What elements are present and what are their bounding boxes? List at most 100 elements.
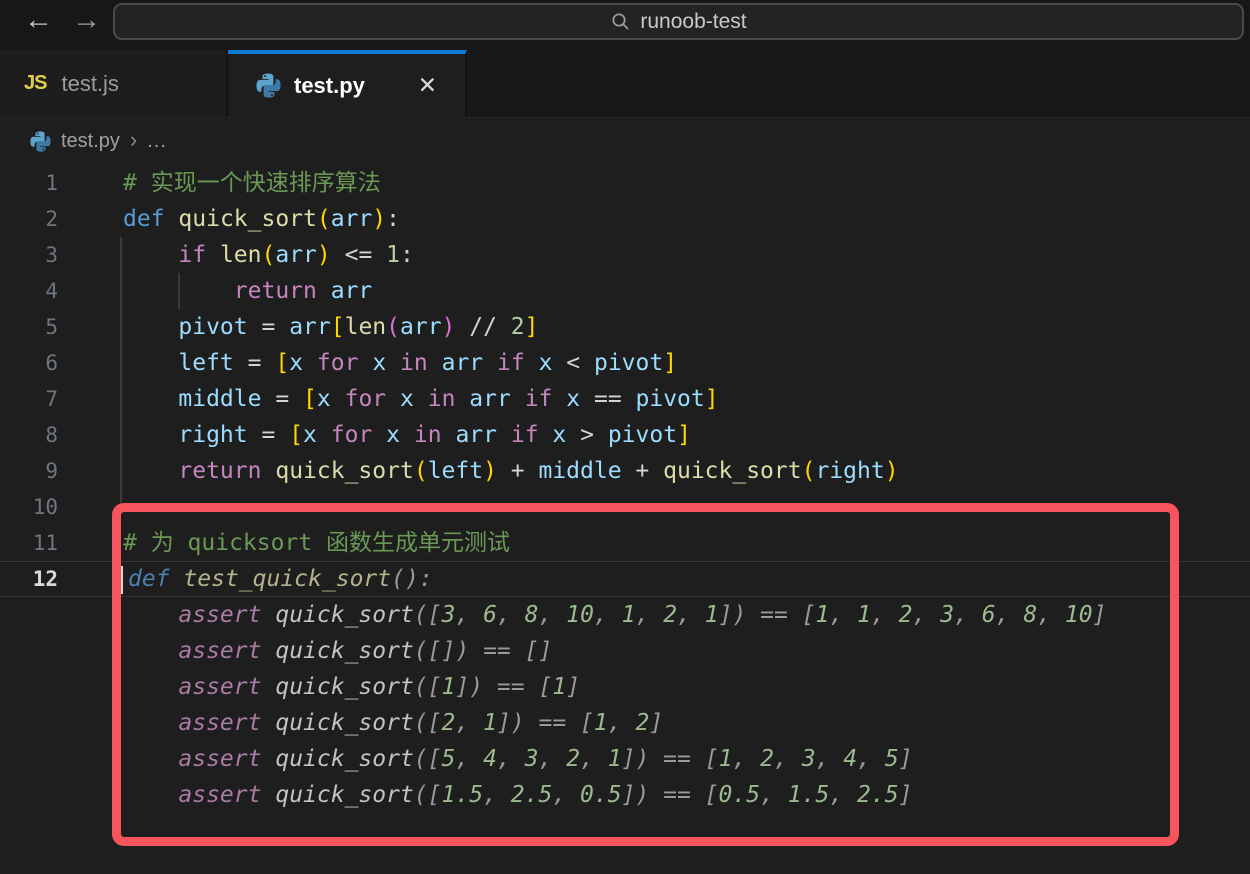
ghost-code-line[interactable]: assert quick_sort([5, 4, 3, 2, 1]) == [1… — [0, 741, 1250, 777]
close-tab-button[interactable]: ✕ — [418, 72, 437, 99]
code-token: quick_sort — [275, 674, 413, 700]
code-token: 1 — [857, 602, 871, 628]
code-token: for — [317, 350, 359, 376]
line-number[interactable]: 4 — [0, 273, 58, 309]
code-line[interactable]: 8 right = [x for x in arr if x > pivot] — [0, 417, 1250, 453]
code-token: ]) == [ — [497, 710, 594, 736]
line-number[interactable]: 10 — [0, 489, 58, 525]
code-line[interactable]: 3 if len(arr) <= 1: — [0, 237, 1250, 273]
code-token: in — [400, 350, 428, 376]
code-token: == — [580, 386, 635, 412]
line-number[interactable]: 7 — [0, 381, 58, 417]
code-token: assert — [178, 638, 261, 664]
line-number[interactable]: 1 — [0, 165, 58, 201]
code-token: 0.5 — [580, 782, 622, 808]
code-token: for — [345, 386, 387, 412]
command-center-search[interactable]: runoob-test — [113, 3, 1244, 40]
code-token: arr — [469, 386, 511, 412]
code-line[interactable]: 6 left = [x for x in arr if x < pivot] — [0, 345, 1250, 381]
code-token: + — [497, 458, 539, 484]
code-token — [261, 710, 275, 736]
line-number[interactable]: 8 — [0, 417, 58, 453]
code-token: 8 — [1023, 602, 1037, 628]
code-line[interactable]: 10 — [0, 489, 1250, 525]
code-token — [261, 674, 275, 700]
tab-test-py[interactable]: test.py ✕ — [228, 50, 467, 117]
code-token — [206, 242, 220, 268]
search-icon — [610, 11, 631, 32]
line-number[interactable] — [0, 741, 58, 777]
code-token: , — [774, 746, 802, 772]
code-token: : — [386, 206, 400, 232]
code-token — [123, 602, 178, 628]
code-line[interactable]: 9 return quick_sort(left) + middle + qui… — [0, 453, 1250, 489]
line-number[interactable]: 9 — [0, 453, 58, 489]
code-line[interactable]: 2def quick_sort(arr): — [0, 201, 1250, 237]
ghost-code-line[interactable]: assert quick_sort([3, 6, 8, 10, 1, 2, 1]… — [0, 597, 1250, 633]
code-token: middle — [538, 458, 621, 484]
code-token: arr — [331, 278, 373, 304]
code-token: if — [497, 350, 525, 376]
line-number[interactable]: 12 — [0, 561, 58, 597]
code-token — [123, 314, 178, 340]
code-token: assert — [178, 782, 261, 808]
code-line[interactable]: 7 middle = [x for x in arr if x == pivot… — [0, 381, 1250, 417]
ghost-code-line[interactable]: assert quick_sort([1.5, 2.5, 0.5]) == [0… — [0, 777, 1250, 813]
code-lines: 1# 实现一个快速排序算法2def quick_sort(arr):3 if l… — [0, 165, 1250, 813]
code-token: , — [497, 602, 525, 628]
code-token: 2 — [566, 746, 580, 772]
line-number[interactable] — [0, 777, 58, 813]
code-token: ([ — [414, 674, 442, 700]
code-token: , — [732, 746, 760, 772]
code-token: , — [483, 782, 511, 808]
ghost-code-line[interactable]: assert quick_sort([1]) == [1] — [0, 669, 1250, 705]
code-token — [123, 458, 178, 484]
line-number[interactable]: 2 — [0, 201, 58, 237]
line-number[interactable] — [0, 669, 58, 705]
title-bar: ← → runoob-test — [0, 0, 1250, 50]
code-token: in — [414, 422, 442, 448]
code-editor[interactable]: 1# 实现一个快速排序算法2def quick_sort(arr):3 if l… — [0, 165, 1250, 874]
code-token: ([ — [414, 782, 442, 808]
back-button[interactable]: ← — [24, 1, 53, 39]
line-number[interactable] — [0, 705, 58, 741]
tab-test-js[interactable]: JS test.js — [0, 50, 228, 117]
code-token — [358, 350, 372, 376]
code-token: [ — [331, 314, 345, 340]
code-token: , — [608, 710, 636, 736]
code-token: , — [677, 602, 705, 628]
code-token — [123, 638, 178, 664]
forward-button[interactable]: → — [72, 1, 101, 39]
breadcrumb-file[interactable]: test.py — [61, 130, 120, 153]
breadcrumb: test.py › ... — [0, 118, 1250, 165]
line-number[interactable]: 11 — [0, 525, 58, 561]
code-token — [261, 782, 275, 808]
line-number[interactable]: 6 — [0, 345, 58, 381]
line-number[interactable]: 5 — [0, 309, 58, 345]
ghost-code-line[interactable]: assert quick_sort([]) == [] — [0, 633, 1250, 669]
ghost-code-line[interactable]: assert quick_sort([2, 1]) == [1, 2] — [0, 705, 1250, 741]
line-number[interactable]: 3 — [0, 237, 58, 273]
code-token — [123, 782, 178, 808]
line-number[interactable] — [0, 597, 58, 633]
code-line[interactable]: 5 pivot = arr[len(arr) // 2] — [0, 309, 1250, 345]
code-token: 5 — [885, 746, 899, 772]
code-token: x — [566, 386, 580, 412]
breadcrumb-symbol-ellipsis[interactable]: ... — [147, 130, 167, 153]
code-token: + — [622, 458, 664, 484]
code-token: x — [317, 386, 331, 412]
code-line[interactable]: 4 return arr — [0, 273, 1250, 309]
code-token: , — [455, 746, 483, 772]
search-text: runoob-test — [640, 10, 746, 34]
code-line[interactable]: 12def test_quick_sort(): — [0, 561, 1250, 597]
code-token: x — [372, 350, 386, 376]
code-token: test_quick_sort — [183, 566, 391, 592]
code-token: , — [871, 602, 899, 628]
line-number[interactable] — [0, 633, 58, 669]
code-token: , — [539, 746, 567, 772]
code-line[interactable]: 1# 实现一个快速排序算法 — [0, 165, 1250, 201]
code-token: for — [331, 422, 373, 448]
code-token: = — [234, 350, 276, 376]
code-line[interactable]: 11# 为 quicksort 函数生成单元测试 — [0, 525, 1250, 561]
code-token: x — [400, 386, 414, 412]
